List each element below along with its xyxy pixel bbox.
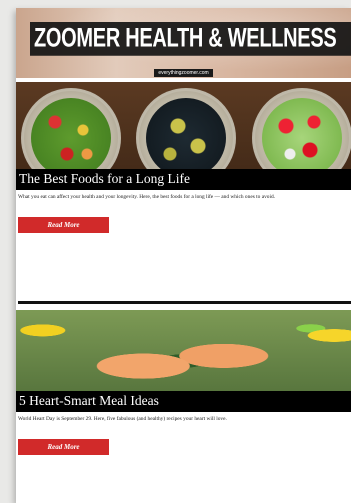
- newsletter-page: ZOOMER HEALTH & WELLNESS everythingzoome…: [16, 8, 351, 503]
- brand-title: ZOOMER HEALTH & WELLNESS: [30, 22, 351, 56]
- read-more-button[interactable]: Read More: [18, 217, 109, 233]
- article-title-bar[interactable]: 5 Heart-Smart Meal Ideas: [16, 391, 351, 412]
- article-title-bar[interactable]: The Best Foods for a Long Life: [16, 169, 351, 190]
- article-hero-image[interactable]: 5 Heart-Smart Meal Ideas: [16, 310, 351, 412]
- article-hero-image[interactable]: The Best Foods for a Long Life: [16, 82, 351, 190]
- tagline-text: everythingzoomer.com: [154, 69, 213, 77]
- article-card: The Best Foods for a Long Life What you …: [16, 82, 351, 233]
- article-excerpt: What you eat can affect your health and …: [18, 194, 276, 200]
- article-title[interactable]: 5 Heart-Smart Meal Ideas: [19, 393, 159, 409]
- section-divider: [18, 301, 351, 304]
- article-title[interactable]: The Best Foods for a Long Life: [19, 171, 190, 187]
- article-excerpt: World Heart Day is September 29. Here, f…: [18, 416, 227, 422]
- article-card: 5 Heart-Smart Meal Ideas World Heart Day…: [16, 310, 351, 455]
- brand-tagline: everythingzoomer.com: [16, 61, 351, 78]
- read-more-button[interactable]: Read More: [18, 439, 109, 455]
- header-banner: ZOOMER HEALTH & WELLNESS everythingzoome…: [16, 8, 351, 78]
